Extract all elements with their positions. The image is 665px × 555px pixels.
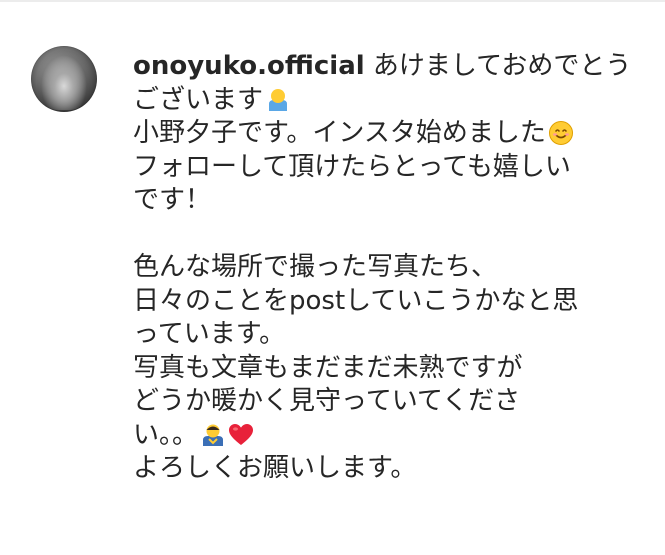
comment-line: 小野夕子です。インスタ始めました — [133, 117, 643, 151]
red-heart-emoji — [229, 423, 254, 445]
comment-line-text: 小野夕子です。インスタ始めました — [133, 118, 546, 148]
comment-line: 写真も文章もまだまだ未熟ですが — [133, 352, 643, 386]
comment-line: っています。 — [133, 318, 643, 352]
comment-line-text: っています。 — [133, 319, 286, 349]
comment-text: onoyuko.official あけましておめでとう ございます 小野夕子です… — [133, 50, 643, 486]
comment-line-text: フォローして頂けたらとっても嬉しい — [133, 151, 571, 182]
comment-line: onoyuko.official あけましておめでとう — [133, 50, 643, 84]
person-bowing-emoji — [203, 424, 224, 446]
comment-line: い。。 — [133, 419, 643, 453]
comment-line-text: です！ — [133, 185, 212, 215]
comment-line-text: ございます — [133, 84, 264, 115]
comment-line-text: い。。 — [133, 419, 199, 450]
comment-blank-line — [133, 218, 643, 252]
comment-line: 色んな場所で撮った写真たち、 — [133, 251, 643, 285]
comment-line: です！ — [133, 184, 643, 218]
avatar-photo — [37, 50, 91, 110]
comment-line: どうか暖かく見守っていてくださ — [133, 385, 643, 419]
smiling-face-emoji — [548, 121, 573, 145]
comment-line-text: あけましておめでとう — [364, 51, 632, 81]
username-link[interactable]: onoyuko.official — [133, 51, 365, 81]
comment-line-text: よろしくお願いします。 — [133, 453, 417, 483]
comment: onoyuko.official あけましておめでとう ございます 小野夕子です… — [0, 0, 665, 555]
comment-line-text: 日々のことをpostしていこうかなと思 — [133, 285, 579, 316]
comment-line-text: 写真も文章もまだまだ未熟ですが — [133, 352, 523, 383]
comment-line-text: どうか暖かく見守っていてくださ — [133, 386, 521, 416]
comment-line: ございます — [133, 84, 643, 118]
comment-line-text: 色んな場所で撮った写真たち、 — [133, 252, 498, 282]
comment-line: 日々のことをpostしていこうかなと思 — [133, 285, 643, 319]
person-bowing-emoji — [269, 88, 288, 111]
comment-line: フォローして頂けたらとっても嬉しい — [133, 151, 643, 185]
avatar[interactable] — [31, 46, 97, 112]
comment-line: よろしくお願いします。 — [133, 452, 643, 486]
